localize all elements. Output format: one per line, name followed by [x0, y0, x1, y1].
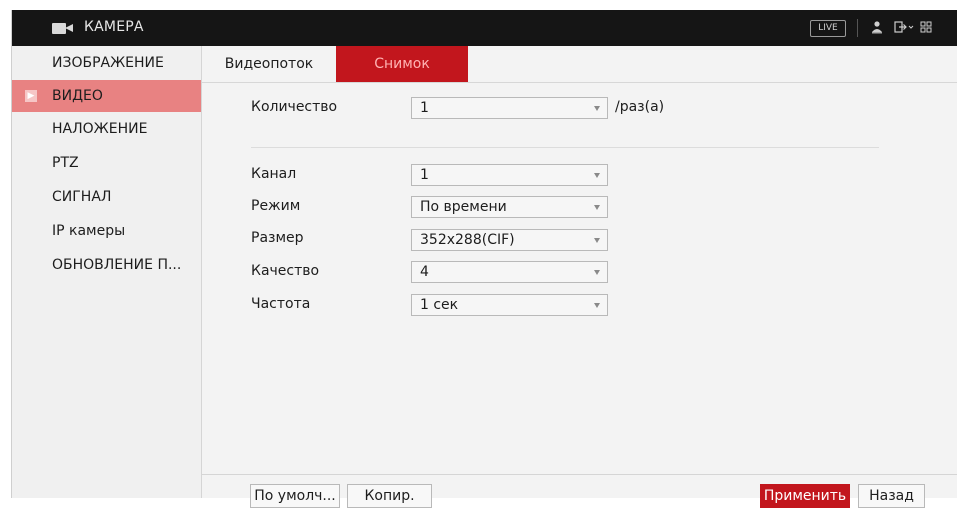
chevron-down-icon: [594, 303, 600, 308]
select-value: 4: [420, 264, 429, 280]
apply-button[interactable]: Применить: [760, 484, 850, 508]
sidebar-item-video[interactable]: ▶ ВИДЕО: [12, 80, 201, 112]
quality-select[interactable]: 4: [411, 261, 608, 283]
sidebar-item-signal[interactable]: СИГНАЛ: [12, 181, 201, 213]
tab-videostream[interactable]: Видеопоток: [202, 46, 336, 82]
chevron-down-icon: [594, 106, 600, 111]
channel-label: Канал: [251, 166, 297, 182]
sidebar-item-label: ОБНОВЛЕНИЕ П...: [52, 257, 182, 273]
sidebar-item-ip-cameras[interactable]: IP камеры: [12, 215, 201, 247]
sidebar-item-update[interactable]: ОБНОВЛЕНИЕ П...: [12, 249, 201, 281]
sidebar-item-label: ИЗОБРАЖЕНИЕ: [52, 55, 164, 71]
frequency-select[interactable]: 1 сек: [411, 294, 608, 316]
quantity-unit: /раз(а): [615, 99, 665, 115]
sidebar-item-label: ВИДЕО: [52, 88, 103, 104]
logout-icon[interactable]: [894, 20, 914, 39]
sidebar-item-label: PTZ: [52, 155, 79, 171]
quantity-label: Количество: [251, 99, 338, 115]
select-value: 352x288(CIF): [420, 232, 515, 248]
size-label: Размер: [251, 230, 304, 246]
sidebar-item-label: IP камеры: [52, 223, 126, 239]
main-content: Видеопоток Снимок Количество 1 /раз(а) К…: [202, 46, 957, 508]
tab-bar: Видеопоток Снимок: [202, 46, 957, 83]
camera-icon: [52, 22, 74, 35]
select-value: 1 сек: [420, 297, 459, 313]
select-value: 1: [420, 100, 429, 116]
chevron-down-icon: [594, 270, 600, 275]
select-value: По времени: [420, 199, 507, 215]
section-divider: [251, 147, 879, 148]
sidebar: ИЗОБРАЖЕНИЕ ▶ ВИДЕО НАЛОЖЕНИЕ PTZ СИГНАЛ…: [12, 46, 202, 498]
quantity-select[interactable]: 1: [411, 97, 608, 119]
select-value: 1: [420, 167, 429, 183]
bottom-toolbar: По умолч... Копир. Применить Назад: [202, 474, 957, 508]
frequency-label: Частота: [251, 296, 311, 312]
quality-label: Качество: [251, 263, 320, 279]
chevron-down-icon: [594, 173, 600, 178]
mode-select[interactable]: По времени: [411, 196, 608, 218]
app-window: КАМЕРА LIVE ИЗОБРАЖЕНИЕ ▶ ВИДЕО НАЛОЖЕНИ…: [11, 10, 957, 508]
chevron-down-icon: [594, 205, 600, 210]
default-button[interactable]: По умолч...: [250, 484, 340, 508]
chevron-right-icon: ▶: [25, 90, 37, 102]
grid-icon[interactable]: [920, 20, 932, 39]
sidebar-item-overlay[interactable]: НАЛОЖЕНИЕ: [12, 113, 201, 145]
size-select[interactable]: 352x288(CIF): [411, 229, 608, 251]
toolbar-divider: [857, 19, 858, 37]
user-icon[interactable]: [871, 20, 883, 39]
channel-select[interactable]: 1: [411, 164, 608, 186]
sidebar-item-label: НАЛОЖЕНИЕ: [52, 121, 148, 137]
mode-label: Режим: [251, 198, 301, 214]
page-title: КАМЕРА: [84, 19, 144, 35]
back-button[interactable]: Назад: [858, 484, 925, 508]
live-button[interactable]: LIVE: [810, 20, 846, 37]
sidebar-item-ptz[interactable]: PTZ: [12, 147, 201, 179]
sidebar-item-image[interactable]: ИЗОБРАЖЕНИЕ: [12, 47, 201, 79]
tab-snapshot[interactable]: Снимок: [336, 46, 468, 82]
chevron-down-icon: [594, 238, 600, 243]
sidebar-item-label: СИГНАЛ: [52, 189, 112, 205]
copy-button[interactable]: Копир.: [347, 484, 432, 508]
title-bar: КАМЕРА LIVE: [12, 10, 957, 46]
